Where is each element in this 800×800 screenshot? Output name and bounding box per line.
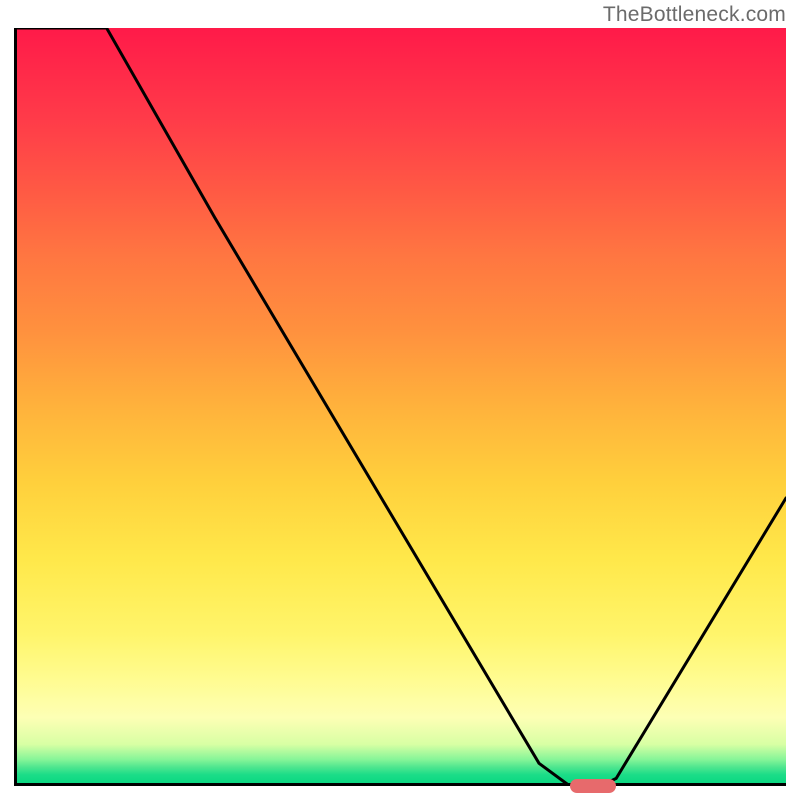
watermark-text: TheBottleneck.com [603,3,786,27]
bottleneck-curve [14,28,786,786]
optimal-marker [570,779,616,793]
chart-container: TheBottleneck.com [0,0,800,800]
